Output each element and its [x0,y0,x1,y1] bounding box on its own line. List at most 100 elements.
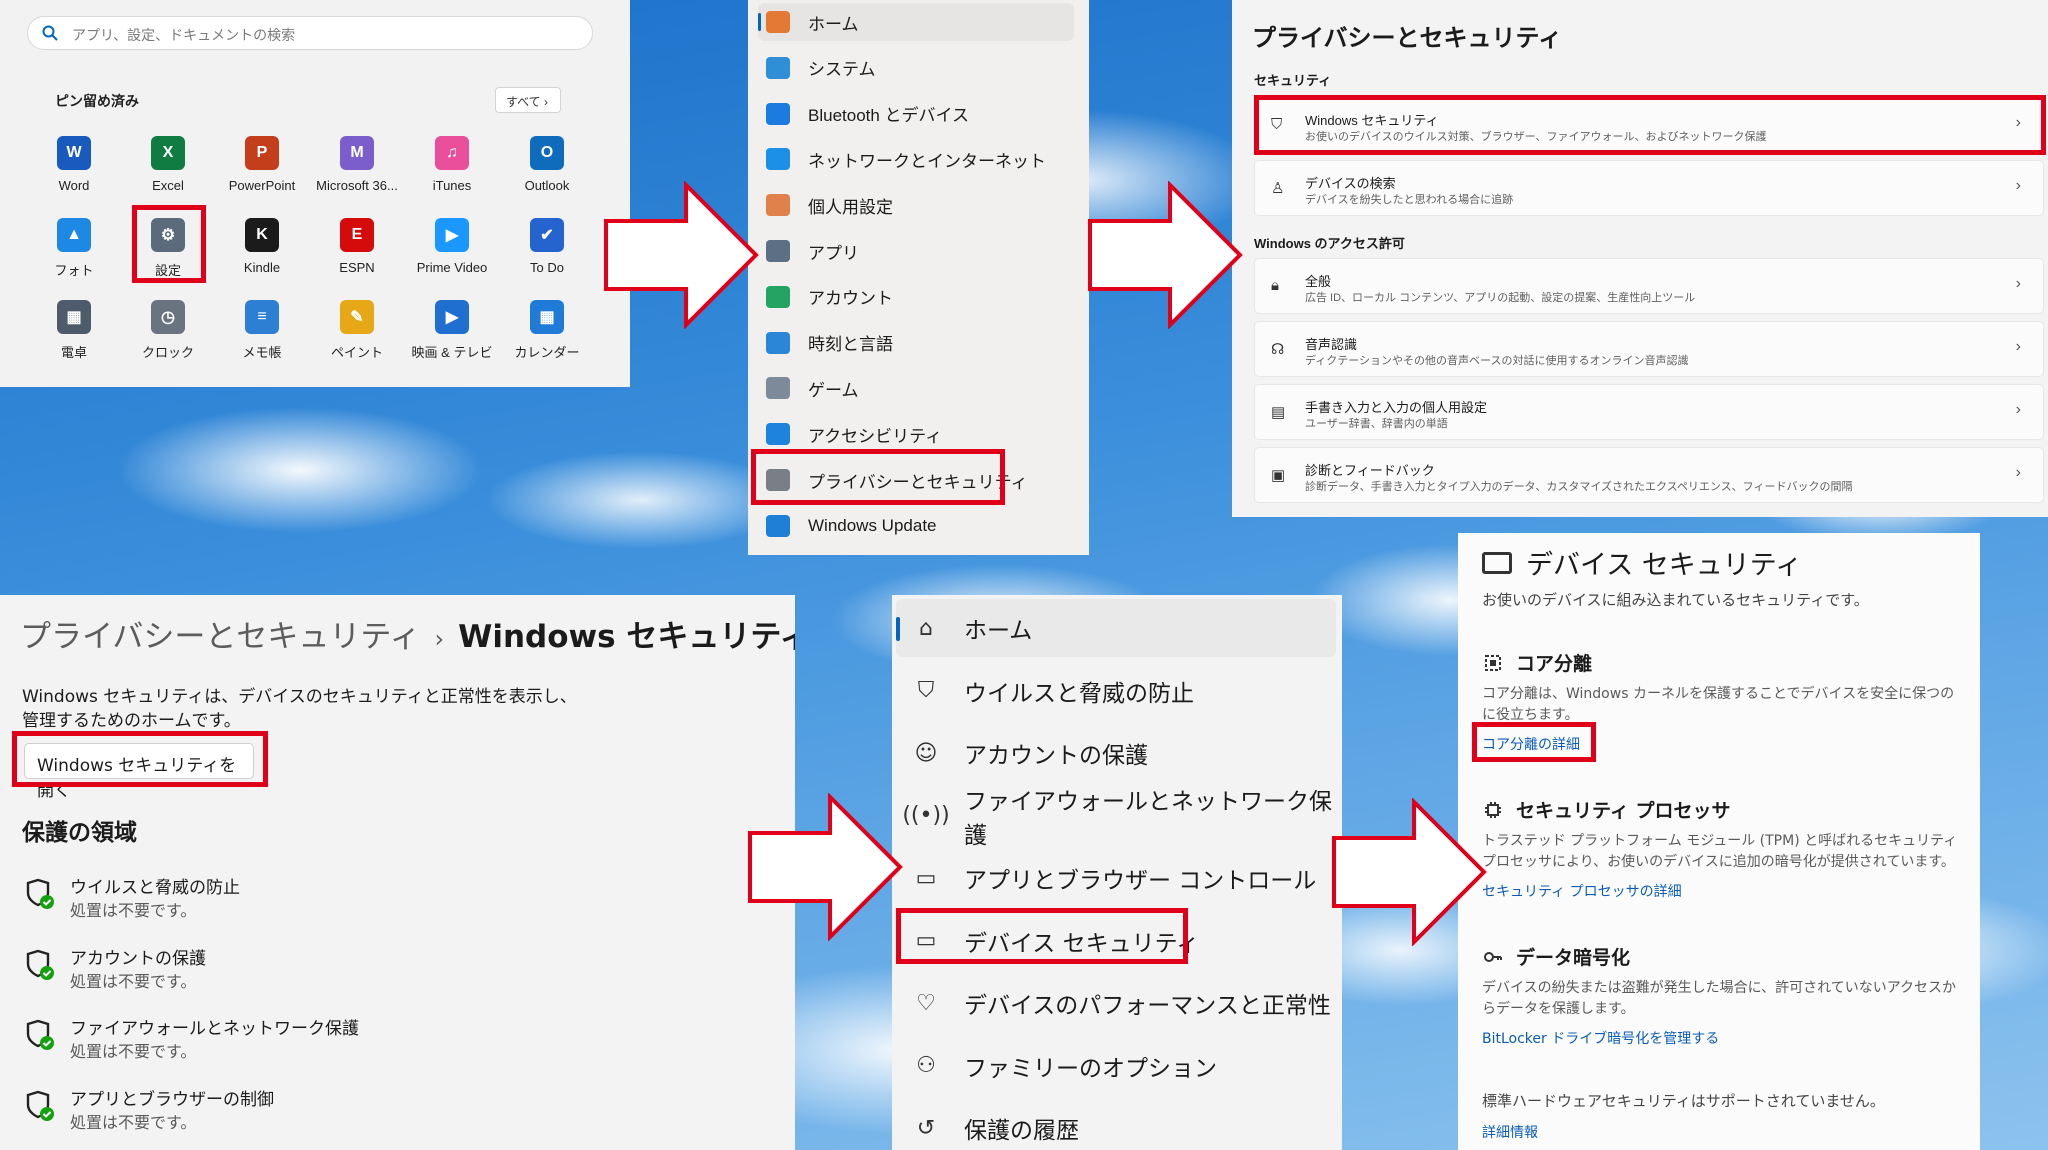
app-tile[interactable]: ≡ メモ帳 [215,300,309,361]
security-nav-item[interactable]: ▭ アプリとブラウザー コントロール [896,849,1336,907]
settings-nav-item[interactable]: Windows Update [758,507,937,545]
app-tile[interactable]: ✎ ペイント [310,300,404,361]
clock-icon: ◷ [151,300,185,334]
movies-tv-icon: ▶ [435,300,469,334]
app-label: ペイント [330,345,383,360]
word-icon: W [57,136,91,170]
app-tile[interactable]: ▦ 電卓 [27,300,121,361]
app-tile[interactable]: ▦ カレンダー [500,300,594,361]
security-nav-label: ファミリーのオプション [964,1055,1217,1082]
settings-nav-item[interactable]: ホーム [758,3,1074,41]
settings-nav-panel: ホームシステム Bluetooth とデバイスネットワークとインターネット個人用設… [748,0,1089,555]
bluetooth-icon [766,102,790,125]
arrow-right-2 [1088,181,1243,329]
row-subtitle: デバイスを紛失したと思われる場合に追跡 [1305,194,1514,206]
settings-row[interactable]: ☊ 音声認識 ディクテーションやその他の音声ベースの対話に使用するオンライン音声認識… [1254,321,2044,377]
row-title: 全般 [1305,274,1332,289]
security-nav-label: ホーム [964,618,1033,644]
security-nav-item[interactable]: ♡ デバイスのパフォーマンスと正常性 [896,974,1336,1032]
settings-nav-item[interactable]: システム [758,49,876,87]
core-isolation-icon [1485,654,1501,671]
security-nav-item[interactable]: ((•)) ファイアウォールとネットワーク保護 [896,787,1336,849]
virus-protection-icon [26,878,54,909]
data-encryption-desc: デバイスの紛失または盗難が発生した場合に、許可されていないアクセスからデータを保… [1482,980,1957,1017]
all-apps-button[interactable]: すべて › [495,87,561,113]
settings-row[interactable]: ▣ 診断とフィードバック 診断データ、手書き入力とタイプ入力のデータ、カスタマイズさ… [1254,447,2044,503]
search-icon [42,25,58,41]
security-nav-item[interactable]: ⚇ ファミリーのオプション [896,1037,1336,1095]
time-language-icon [766,331,790,354]
settings-nav-label: アプリ [808,243,859,263]
browser-window-icon: ▭ [915,865,937,891]
area-title: アカウントの保護 [70,948,206,969]
row-subtitle: 広告 ID、ローカル コンテンツ、アプリの起動、設定の提案、生産性向上ツール [1305,292,1696,304]
app-label: Excel [152,178,184,193]
settings-nav-item[interactable]: アプリ [758,232,859,270]
device-security-title: デバイス セキュリティ [1482,543,1802,582]
bitlocker-link[interactable]: BitLocker ドライブ暗号化を管理する [1482,1028,1962,1048]
start-search-input[interactable]: アプリ、設定、ドキュメントの検索 [27,16,593,50]
personalization-icon [766,194,790,217]
highlight-open-button [12,731,268,787]
settings-nav-item[interactable]: ネットワークとインターネット [758,140,1046,178]
details-link[interactable]: 詳細情報 [1482,1122,1538,1142]
app-tile[interactable]: O Outlook [500,136,594,193]
security-nav-item[interactable]: ☺ アカウントの保護 [896,724,1336,782]
highlight-core-isolation-link [1472,722,1596,762]
app-label: カレンダー [514,345,580,360]
settings-nav-item[interactable]: アカウント [758,278,893,316]
security-nav-label: アプリとブラウザー コントロール [964,868,1317,894]
app-tile[interactable]: E ESPN [310,218,404,275]
security-processor-link[interactable]: セキュリティ プロセッサの詳細 [1482,881,1962,901]
app-browser-icon [26,1090,54,1121]
settings-row[interactable]: ♙ デバイスの検索 デバイスを紛失したと思われる場合に追跡 › [1254,160,2044,216]
settings-nav-item[interactable]: 個人用設定 [758,186,893,224]
hardware-note: 標準ハードウェアセキュリティはサポートされていません。 [1482,1092,1885,1110]
app-tile[interactable]: ▲ フォト [27,218,121,279]
app-label: ESPN [339,260,375,275]
app-tile[interactable]: X Excel [121,136,215,193]
breadcrumb-parent[interactable]: プライバシーとセキュリティ [20,619,421,655]
app-tile[interactable]: ▶ 映画 & テレビ [405,300,499,361]
security-nav-item[interactable]: ⌂ ホーム [896,599,1336,657]
core-isolation-title: コア分離 [1516,653,1593,675]
protection-area[interactable]: アカウントの保護 処置は不要です。 [22,944,422,1000]
app-tile[interactable]: M Microsoft 36... [310,136,404,193]
photos-icon: ▲ [57,218,91,252]
app-tile[interactable]: ♫ iTunes [405,136,499,193]
settings-row[interactable]: 🔒︎ 全般 広告 ID、ローカル コンテンツ、アプリの起動、設定の提案、生産性向上ツ… [1254,258,2044,314]
prime-video-icon: ▶ [435,218,469,252]
page-description: Windows セキュリティは、デバイスのセキュリティと正常性を表示し、管理する… [22,687,577,731]
kindle-icon: K [245,218,279,252]
protection-area[interactable]: ウイルスと脅威の防止 処置は不要です。 [22,873,422,929]
app-tile[interactable]: ◷ クロック [121,300,215,361]
app-label: Outlook [524,178,570,193]
area-title: アプリとブラウザーの制御 [70,1089,274,1110]
row-title: 診断とフィードバック [1305,463,1435,478]
app-tile[interactable]: P PowerPoint [215,136,309,193]
app-tile[interactable]: W Word [27,136,121,193]
app-label: Microsoft 36... [316,178,398,193]
notepad-icon: ≡ [245,300,279,334]
settings-nav-item[interactable]: Bluetooth とデバイス [758,95,969,133]
settings-nav-item[interactable]: 時刻と言語 [758,324,893,362]
security-nav-item[interactable]: ↺ 保護の履歴 [896,1099,1336,1150]
app-tile[interactable]: ▶ Prime Video [405,218,499,275]
settings-nav-item[interactable]: アクセシビリティ [758,415,942,453]
search-placeholder: アプリ、設定、ドキュメントの検索 [72,27,296,43]
protection-area[interactable]: アプリとブラウザーの制御 処置は不要です。 [22,1085,422,1141]
settings-row[interactable]: ▤ 手書き入力と入力の個人用設定 ユーザー辞書、辞書内の単語 › [1254,384,2044,440]
area-status: 処置は不要です。 [70,1042,197,1061]
excel-icon: X [151,136,185,170]
security-nav-item[interactable]: ⛉ ウイルスと脅威の防止 [896,662,1336,720]
settings-nav-label: 時刻と言語 [808,335,893,355]
pinned-label: ピン留め済み [55,93,139,109]
area-status: 処置は不要です。 [70,901,197,920]
protection-area[interactable]: ファイアウォールとネットワーク保護 処置は不要です。 [22,1014,422,1070]
settings-nav-label: ネットワークとインターネット [808,151,1046,171]
app-tile[interactable]: ✔ To Do [500,218,594,275]
app-tile[interactable]: K Kindle [215,218,309,275]
settings-nav-item[interactable]: ゲーム [758,369,859,407]
data-encryption-title: データ暗号化 [1516,947,1631,969]
system-icon [766,56,790,79]
